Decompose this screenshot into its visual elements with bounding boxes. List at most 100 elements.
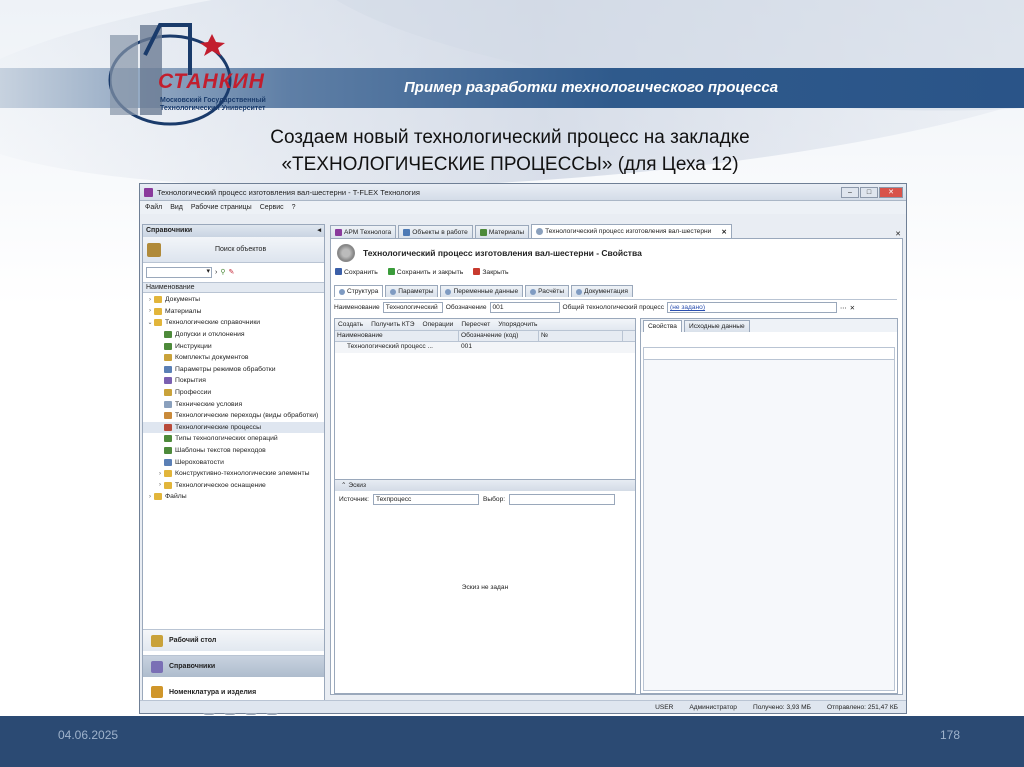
get-kte-button[interactable]: Получить КТЭ <box>371 321 414 328</box>
folder-icon <box>154 319 162 327</box>
name-field[interactable]: Технологический <box>382 302 443 313</box>
reference-icon <box>164 354 172 362</box>
expand-arrow-icon[interactable]: › <box>146 308 154 314</box>
sketch-source-row: Источник: Техпроцесс Выбор: <box>335 491 635 507</box>
arm-icon <box>335 228 342 236</box>
sketch-header[interactable]: ⌃ Эскиз <box>335 480 635 491</box>
nomenclature-icon <box>151 686 163 698</box>
tree-item-label: Технологические справочники <box>165 319 261 327</box>
sketch-choice-select[interactable] <box>509 493 616 505</box>
reference-icon <box>164 423 172 431</box>
filter-row: › ⚲ ✎ <box>143 265 324 279</box>
grid-col-num[interactable]: № <box>539 331 623 341</box>
tree-item[interactable]: › Технологическое оснащение <box>143 480 324 492</box>
folder-icon <box>154 307 162 315</box>
minimize-button[interactable]: – <box>841 186 859 198</box>
field-clear-icon[interactable]: ✕ <box>850 304 856 312</box>
panel-header: Справочники ◂ <box>143 225 324 237</box>
tab-objects[interactable]: Объекты в работе <box>398 225 473 238</box>
field-more-icon[interactable]: ⋯ <box>840 304 847 312</box>
property-subtabs: Структура Параметры Переменные данные Ра… <box>334 285 633 297</box>
document-content: Технологический процесс изготовления вал… <box>330 238 903 695</box>
subtab-documentation[interactable]: Документация <box>571 285 633 297</box>
sketch-source-select[interactable]: Техпроцесс <box>372 493 479 505</box>
search-objects-button[interactable]: Поиск объектов <box>143 237 324 263</box>
status-received: Получено: 3,93 МБ <box>752 703 811 711</box>
tree-item[interactable]: ⌄ Технологические справочники <box>143 317 324 329</box>
tree-item[interactable]: Типы технологических операций <box>143 433 324 445</box>
tree-item[interactable]: › Документы <box>143 294 324 306</box>
tree-item[interactable]: Параметры режимов обработки <box>143 364 324 376</box>
order-button[interactable]: Упорядочить <box>498 321 537 328</box>
tab-properties[interactable]: Свойства <box>643 320 682 332</box>
menu-help[interactable]: ? <box>292 204 296 211</box>
reference-icon <box>164 342 172 350</box>
reference-icon <box>164 365 172 373</box>
subtab-parameters[interactable]: Параметры <box>385 285 439 297</box>
pin-icon[interactable]: ◂ <box>317 225 324 237</box>
create-button[interactable]: Создать <box>338 321 363 328</box>
tree-item[interactable]: › Материалы <box>143 306 324 318</box>
tab-arm[interactable]: АРМ Технолога <box>330 225 397 238</box>
tree-item[interactable]: › Файлы <box>143 491 324 503</box>
save-icon <box>335 268 342 275</box>
tree-item[interactable]: Инструкции <box>143 340 324 352</box>
references-panel: Справочники ◂ Поиск объектов › ⚲ ✎ Наиме… <box>142 224 325 715</box>
tree-item[interactable]: Шероховатости <box>143 456 324 468</box>
grid-col-code[interactable]: Обозначение (код) <box>459 331 539 341</box>
common-process-field[interactable]: (не задано) <box>667 302 837 313</box>
documentation-icon <box>576 288 583 295</box>
grid-col-name[interactable]: Наименование <box>335 331 459 341</box>
expand-arrow-icon[interactable]: › <box>156 482 164 488</box>
tab-process[interactable]: Технологический процесс изготовления вал… <box>531 224 732 238</box>
tree-item-label: Материалы <box>165 307 202 315</box>
subtab-structure[interactable]: Структура <box>334 285 384 297</box>
menu-view[interactable]: Вид <box>170 204 183 211</box>
go-arrow-icon[interactable]: › <box>215 269 217 276</box>
save-button[interactable]: Сохранить <box>335 268 378 276</box>
tree-item[interactable]: Комплекты документов <box>143 352 324 364</box>
tabs-close-icon[interactable]: ✕ <box>895 230 903 238</box>
tree-item[interactable]: › Конструктивно-технологические элементы <box>143 468 324 480</box>
designation-field[interactable]: 001 <box>489 302 560 313</box>
tree-item[interactable]: Покрытия <box>143 375 324 387</box>
maximize-button[interactable]: □ <box>860 186 878 198</box>
tree-item[interactable]: Технологические переходы (виды обработки… <box>143 410 324 422</box>
menu-service[interactable]: Сервис <box>260 204 284 211</box>
close-button[interactable]: Закрыть <box>473 268 509 276</box>
close-window-button[interactable]: ✕ <box>879 186 903 198</box>
reference-icon <box>164 458 172 466</box>
menu-workpages[interactable]: Рабочие страницы <box>191 204 252 211</box>
operations-button[interactable]: Операции <box>422 321 453 328</box>
pushpin-icon[interactable]: ✎ <box>228 268 234 276</box>
subtab-calculations[interactable]: Расчёты <box>525 285 570 297</box>
expand-arrow-icon[interactable]: › <box>146 297 154 303</box>
expand-arrow-icon[interactable]: ⌄ <box>146 319 154 326</box>
tree-item[interactable]: Технические условия <box>143 398 324 410</box>
tree-item[interactable]: Шаблоны текстов переходов <box>143 445 324 457</box>
folder-icon <box>164 470 172 478</box>
folder-icon <box>164 481 172 489</box>
tab-materials[interactable]: Материалы <box>474 225 530 238</box>
recalc-button[interactable]: Пересчет <box>461 321 490 328</box>
menu-file[interactable]: Файл <box>145 204 162 211</box>
tree-item[interactable]: Допуски и отклонения <box>143 329 324 341</box>
tab-source-data[interactable]: Исходные данные <box>683 320 750 332</box>
tree-item[interactable]: Технологические процессы <box>143 421 324 434</box>
save-close-button[interactable]: Сохранить и закрыть <box>387 268 463 276</box>
references-icon <box>151 660 163 673</box>
calculations-icon <box>530 288 537 295</box>
table-row[interactable]: Технологический процесс ... 001 <box>335 342 635 353</box>
expand-arrow-icon[interactable]: › <box>146 494 154 500</box>
nav-references-button[interactable]: Справочники <box>143 655 324 677</box>
tree-item-label: Файлы <box>165 493 187 501</box>
expand-arrow-icon[interactable]: › <box>156 471 164 477</box>
tree-item[interactable]: Профессии <box>143 387 324 399</box>
nav-desktop-button[interactable]: Рабочий стол <box>143 629 324 651</box>
objects-icon <box>403 228 411 236</box>
filter-icon[interactable]: ⚲ <box>220 268 225 276</box>
close-tab-icon[interactable]: ✕ <box>721 228 727 236</box>
filter-combo[interactable] <box>146 266 212 278</box>
subtab-variables[interactable]: Переменные данные <box>440 285 524 297</box>
designation-label: Обозначение <box>445 304 487 311</box>
